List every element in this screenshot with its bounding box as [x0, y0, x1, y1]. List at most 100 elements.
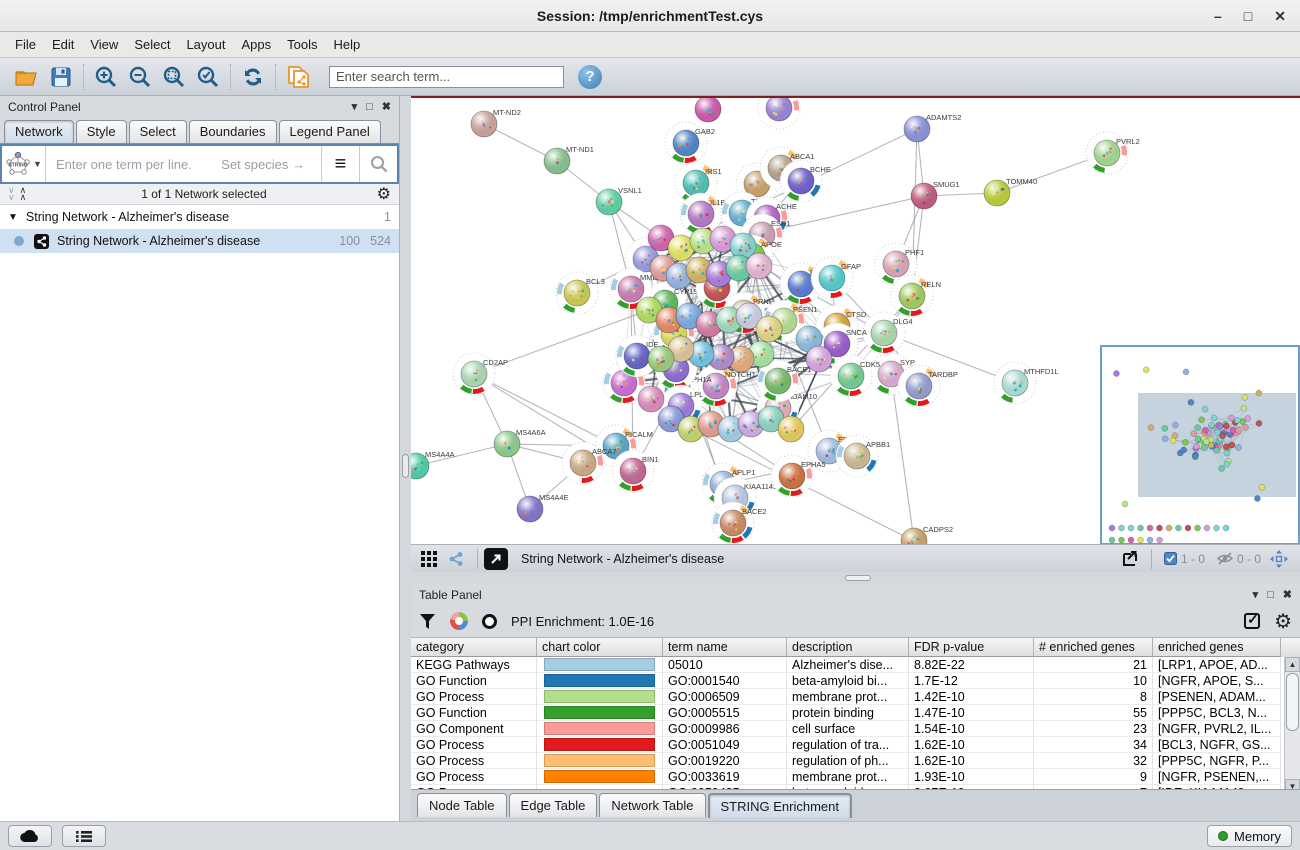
network-node-cd2ap[interactable]: CD2AP	[453, 353, 508, 395]
string-query-placeholder[interactable]: Enter one term per line.	[46, 157, 221, 172]
expand-all-icon[interactable]: ∨∨	[8, 187, 14, 201]
network-node-reln[interactable]: RELN	[891, 275, 941, 317]
tab-boundaries[interactable]: Boundaries	[189, 120, 277, 143]
task-history-button[interactable]	[62, 825, 106, 847]
table-row[interactable]: GO ProcessGO:0033619membrane prot...1.93…	[411, 769, 1300, 785]
horizontal-splitter[interactable]	[411, 572, 1300, 584]
network-node-bcl3[interactable]: BCL3	[556, 272, 605, 314]
network-node-gfap[interactable]: GFAP	[811, 257, 861, 299]
network-node-pvrl2[interactable]: PVRL2	[1086, 132, 1140, 174]
network-node-apbb1[interactable]: APBB1	[836, 435, 890, 477]
zoom-fit-button[interactable]	[157, 62, 191, 92]
scroll-up-arrow[interactable]: ▲	[1285, 657, 1300, 672]
network-node[interactable]	[648, 346, 674, 372]
open-session-button[interactable]	[10, 62, 44, 92]
column-header[interactable]: term name	[663, 638, 787, 657]
network-node-epha5[interactable]: EPHA5	[771, 455, 826, 497]
cloud-tasks-button[interactable]	[8, 825, 52, 847]
network-node-mt-nd2[interactable]: MT-ND2	[471, 108, 521, 137]
float-panel-icon[interactable]: □	[366, 101, 373, 113]
network-node-bace2[interactable]: BACE2	[712, 502, 767, 544]
string-database-selector[interactable]: STRING ▼	[2, 146, 46, 182]
network-node-gab2[interactable]: GAB2	[665, 122, 715, 164]
zoom-in-button[interactable]	[89, 62, 123, 92]
set-species-link[interactable]: Set species →	[221, 157, 321, 172]
table-row[interactable]: GO FunctionGO:0001540beta-amyloid bi...1…	[411, 673, 1300, 689]
menu-layout[interactable]: Layout	[179, 34, 232, 55]
string-options-menu-icon[interactable]: ≡	[321, 146, 359, 182]
network-node-ms4a6a[interactable]: MS4A6A	[494, 428, 546, 457]
collapse-all-icon[interactable]: ∧∧	[20, 187, 26, 201]
network-node[interactable]	[746, 253, 772, 279]
tab-string-enrichment[interactable]: STRING Enrichment	[708, 793, 852, 818]
column-header[interactable]: category	[411, 638, 537, 657]
grid-view-button[interactable]	[417, 548, 441, 570]
table-row[interactable]: GO FunctionGO:0005515protein binding1.47…	[411, 705, 1300, 721]
network-node-tardbp[interactable]: TARDBP	[898, 365, 958, 407]
filter-icon[interactable]	[419, 613, 436, 630]
network-node[interactable]	[778, 416, 804, 442]
tab-legend-panel[interactable]: Legend Panel	[279, 120, 381, 143]
splitter-handle[interactable]	[402, 454, 409, 478]
close-panel-icon[interactable]: ✖	[382, 100, 391, 113]
network-view[interactable]: MT-ND2MT-ND1VSNL1GAB2IRS1CHATABCA1BCHEIL…	[411, 96, 1300, 544]
network-node[interactable]	[806, 346, 832, 372]
draw-charts-icon[interactable]	[450, 612, 468, 630]
network-node[interactable]	[638, 386, 664, 412]
network-node-mt-nd1[interactable]: MT-ND1	[544, 145, 594, 174]
column-header[interactable]: chart color	[537, 638, 663, 657]
table-row[interactable]: KEGG Pathways05010Alzheimer's dise...8.8…	[411, 657, 1300, 673]
column-header[interactable]: description	[787, 638, 909, 657]
column-header[interactable]: enriched genes	[1153, 638, 1281, 657]
menu-edit[interactable]: Edit	[45, 34, 81, 55]
maximize-button[interactable]: □	[1244, 8, 1252, 24]
menu-file[interactable]: File	[8, 34, 43, 55]
network-collection-row[interactable]: ▼ String Network - Alzheimer's disease 1	[0, 205, 399, 229]
navigator-toggle-button[interactable]	[1267, 548, 1291, 570]
network-node[interactable]	[695, 98, 721, 122]
share-view-button[interactable]	[444, 548, 468, 570]
tab-network-table[interactable]: Network Table	[599, 793, 705, 817]
vertical-splitter[interactable]	[400, 96, 411, 821]
table-row[interactable]: GO ProcessGO:0019220regulation of ph...1…	[411, 753, 1300, 769]
column-header[interactable]: FDR p-value	[909, 638, 1034, 657]
panel-menu-icon[interactable]: ▾	[1253, 588, 1259, 601]
network-node-ms4a4a[interactable]: MS4A4A	[411, 450, 455, 479]
network-node-ms4a4e[interactable]: MS4A4E	[517, 493, 569, 522]
tab-style[interactable]: Style	[76, 120, 127, 143]
bird-eye-view[interactable]	[1100, 345, 1300, 544]
export-view-button[interactable]	[1118, 548, 1142, 570]
network-row[interactable]: String Network - Alzheimer's disease 100…	[0, 229, 399, 253]
menu-apps[interactable]: Apps	[235, 34, 279, 55]
copy-network-button[interactable]	[281, 62, 315, 92]
menu-view[interactable]: View	[83, 34, 125, 55]
search-input[interactable]	[329, 66, 564, 88]
menu-help[interactable]: Help	[327, 34, 368, 55]
save-session-button[interactable]	[44, 62, 78, 92]
network-node-dlg4[interactable]: DLG4	[863, 312, 913, 354]
network-node-bche[interactable]: BCHE	[780, 160, 831, 202]
table-row[interactable]: GO ComponentGO:0009986cell surface1.54E-…	[411, 721, 1300, 737]
tab-edge-table[interactable]: Edge Table	[509, 793, 598, 817]
select-rows-icon[interactable]	[1244, 613, 1260, 629]
scrollbar-thumb[interactable]	[1286, 673, 1299, 731]
network-node-bin1[interactable]: BIN1	[612, 450, 659, 492]
memory-button[interactable]: Memory	[1207, 825, 1292, 847]
network-node-tomm40[interactable]: TOMM40	[984, 177, 1037, 206]
close-panel-icon[interactable]: ✖	[1283, 588, 1292, 601]
menu-select[interactable]: Select	[127, 34, 177, 55]
refresh-button[interactable]	[236, 62, 270, 92]
network-node-mthfd1l[interactable]: MTHFD1L	[994, 362, 1059, 404]
tab-node-table[interactable]: Node Table	[417, 793, 507, 817]
menu-tools[interactable]: Tools	[280, 34, 324, 55]
open-in-new-window-button[interactable]	[484, 548, 508, 570]
collapse-triangle-icon[interactable]: ▼	[8, 212, 18, 223]
network-node-adamts2[interactable]: ADAMTS2	[904, 113, 961, 142]
network-node[interactable]	[756, 316, 782, 342]
gear-icon[interactable]: ⚙	[377, 184, 391, 204]
minimize-button[interactable]: –	[1214, 8, 1222, 24]
reset-charts-icon[interactable]	[482, 614, 497, 629]
column-header[interactable]: # enriched genes	[1034, 638, 1153, 657]
tab-network[interactable]: Network	[4, 120, 74, 143]
help-icon[interactable]: ?	[578, 65, 602, 89]
